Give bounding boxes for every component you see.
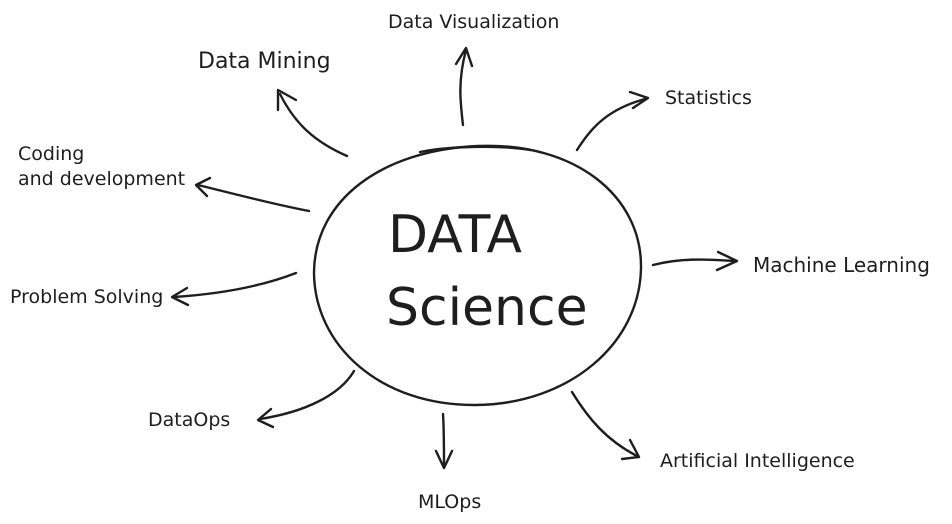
topic-machine-learning: Machine Learning xyxy=(753,253,930,277)
topic-dataops: DataOps xyxy=(148,409,230,431)
mind-map-diagram: DATA Science Data Visualization Data Min… xyxy=(10,11,930,513)
arrow-to-data-visualization xyxy=(454,46,474,127)
topic-data-visualization: Data Visualization xyxy=(388,11,559,33)
arrow-to-statistics xyxy=(575,90,650,152)
arrow-to-dataops xyxy=(256,369,356,429)
topic-statistics: Statistics xyxy=(665,87,752,109)
arrow-to-data-mining xyxy=(276,88,349,158)
topic-artificial-intelligence: Artificial Intelligence xyxy=(660,450,855,472)
topic-problem-solving: Problem Solving xyxy=(10,286,163,308)
center-ellipse xyxy=(312,144,643,407)
center-title-line1: DATA xyxy=(388,205,522,265)
center-node: DATA Science xyxy=(312,144,643,407)
topic-data-mining: Data Mining xyxy=(198,49,331,74)
arrow-to-mlops xyxy=(434,412,454,470)
arrow-to-artificial-intelligence xyxy=(570,390,641,461)
arrow-to-problem-solving xyxy=(170,271,298,307)
center-title-line2: Science xyxy=(386,278,588,338)
topic-mlops: MLOps xyxy=(418,491,481,513)
topic-coding-line1: Coding xyxy=(18,143,84,165)
arrow-to-machine-learning xyxy=(651,250,739,272)
arrow-to-coding xyxy=(194,176,311,213)
topic-coding-line2: and development xyxy=(18,168,185,190)
